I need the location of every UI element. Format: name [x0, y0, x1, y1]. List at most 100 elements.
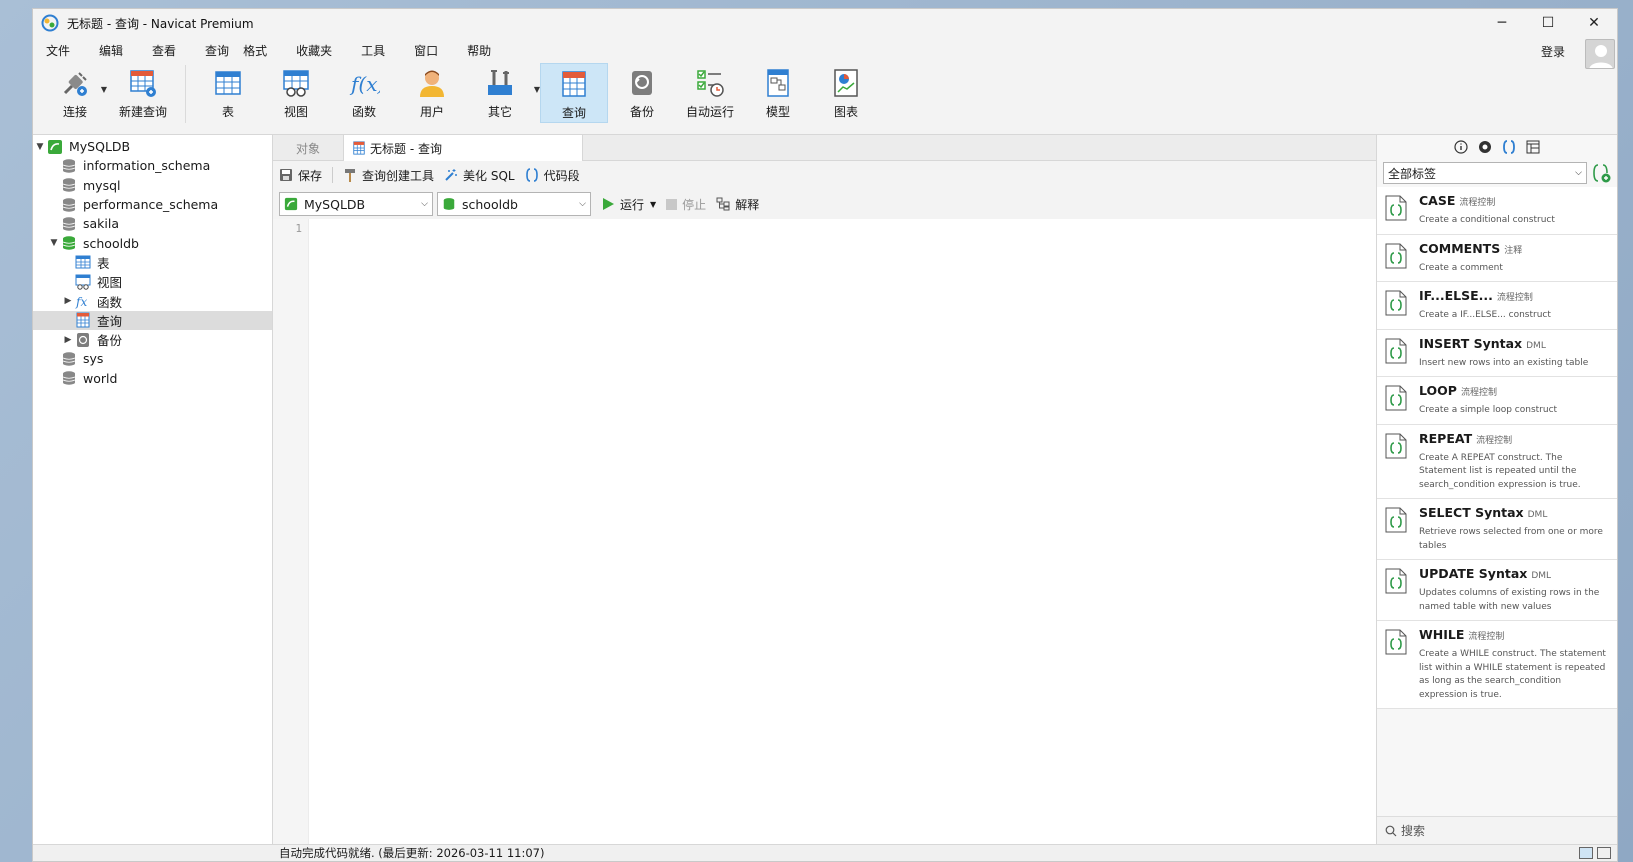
chevron-down-icon[interactable]: ▼	[47, 238, 61, 248]
snippet-title: REPEAT 流程控制	[1419, 431, 1609, 446]
snippet-item-case[interactable]: CASE 流程控制 Create a conditional construct	[1377, 187, 1617, 235]
model-label: 模型	[765, 105, 790, 119]
query-button[interactable]: 查询	[540, 63, 608, 123]
chevron-right-icon[interactable]: ▶	[61, 335, 75, 345]
snippet-item-select[interactable]: SELECT Syntax DML Retrieve rows selected …	[1377, 499, 1617, 560]
chevron-down-icon[interactable]: ▼	[33, 142, 47, 152]
snippet-item-loop[interactable]: LOOP 流程控制 Create a simple loop construct	[1377, 377, 1617, 425]
tree-item-backups[interactable]: ▶ 备份	[33, 330, 272, 349]
eye-icon[interactable]	[1478, 140, 1492, 154]
chevron-down-icon[interactable]: ▼	[650, 200, 656, 209]
menu-edit[interactable]: 编辑	[92, 42, 130, 59]
snippet-title: CASE 流程控制	[1419, 193, 1555, 208]
tools-icon	[488, 70, 512, 95]
connection-select[interactable]: MySQLDB ⌵	[279, 192, 433, 216]
query-builder-button[interactable]: 查询创建工具	[343, 167, 434, 184]
menu-favorites[interactable]: 收藏夹	[289, 42, 339, 59]
backup-button[interactable]: 备份	[608, 63, 676, 123]
tree-db-information-schema[interactable]: information_schema	[33, 156, 272, 175]
snippet-item-if-else[interactable]: IF...ELSE... 流程控制 Create a IF...ELSE... c…	[1377, 282, 1617, 330]
chart-button[interactable]: 图表	[812, 63, 880, 123]
status-text: 自动完成代码就绪. (最后更新: 2026-03-11 11:07)	[279, 846, 545, 860]
beautify-sql-button[interactable]: 美化 SQL	[444, 167, 515, 184]
tree-label: 表	[97, 255, 110, 271]
close-button[interactable]: ✕	[1571, 9, 1617, 37]
connect-button[interactable]: 连接 ▼	[41, 63, 109, 123]
snippet-title-text: WHILE	[1419, 627, 1465, 642]
tab-query[interactable]: 无标题 - 查询	[343, 135, 583, 161]
snippet-description: Insert new rows into an existing table	[1419, 357, 1589, 368]
menu-help[interactable]: 帮助	[460, 42, 498, 59]
tree-connection-mysqldb[interactable]: ▼ MySQLDB	[33, 137, 272, 156]
query-label: 查询	[561, 106, 586, 120]
braces-icon[interactable]	[1502, 140, 1516, 154]
toolbar-divider	[185, 65, 186, 123]
tree-item-views[interactable]: 视图	[33, 272, 272, 291]
stop-button[interactable]: 停止	[666, 196, 706, 213]
chevron-right-icon[interactable]: ▶	[61, 296, 75, 306]
save-button[interactable]: 保存	[279, 167, 322, 184]
layout-right-panel-icon[interactable]	[1597, 847, 1611, 859]
tree-label: MySQLDB	[69, 139, 131, 155]
menu-query[interactable]: 查询	[198, 42, 236, 59]
snippet-item-repeat[interactable]: REPEAT 流程控制 Create A REPEAT construct. Th…	[1377, 424, 1617, 499]
tree-item-functions[interactable]: ▶ fx 函数	[33, 291, 272, 310]
run-button[interactable]: 运行 ▼	[603, 196, 656, 213]
info-icon[interactable]	[1454, 140, 1468, 154]
add-snippet-icon[interactable]	[1591, 163, 1611, 183]
tree-db-sakila[interactable]: sakila	[33, 214, 272, 233]
menu-window[interactable]: 窗口	[407, 42, 445, 59]
database-icon	[62, 217, 76, 231]
minimize-button[interactable]: ─	[1479, 9, 1525, 37]
braces-icon	[525, 168, 538, 182]
chevron-down-icon[interactable]: ▼	[101, 85, 107, 94]
query-area: 对象 无标题 - 查询 保存 查询创建工具 美化 SQL 代码段 MySQLDB…	[273, 135, 1377, 844]
user-button[interactable]: 用户	[398, 63, 466, 123]
new-query-button[interactable]: 新建查询	[109, 63, 177, 123]
snippet-item-while[interactable]: WHILE 流程控制 Create a WHILE construct. The …	[1377, 621, 1617, 709]
snippet-file-icon	[1385, 629, 1407, 655]
automation-label: 自动运行	[685, 105, 734, 119]
snippet-button[interactable]: 代码段	[525, 167, 580, 184]
model-button[interactable]: 模型	[744, 63, 812, 123]
snippet-title-text: COMMENTS	[1419, 240, 1501, 256]
template-icon[interactable]	[1526, 140, 1540, 154]
snippet-item-insert[interactable]: INSERT Syntax DML Insert new rows into an…	[1377, 329, 1617, 377]
code-area[interactable]	[309, 219, 1376, 844]
database-icon	[62, 197, 76, 212]
tag-filter-select[interactable]: 全部标签 ⌵	[1383, 162, 1587, 184]
function-button[interactable]: f(x) 函数	[330, 63, 398, 123]
tree-db-mysql[interactable]: mysql	[33, 176, 272, 195]
others-button[interactable]: 其它 ▼	[466, 63, 540, 123]
tree-db-schooldb[interactable]: ▼ schooldb	[33, 233, 272, 252]
tree-db-performance-schema[interactable]: performance_schema	[33, 195, 272, 214]
menu-tools[interactable]: 工具	[354, 42, 392, 59]
tree-db-world[interactable]: world	[33, 369, 272, 388]
view-button[interactable]: 视图	[262, 63, 330, 123]
tree-db-sys[interactable]: sys	[33, 349, 272, 368]
menu-view[interactable]: 查看	[145, 42, 183, 59]
automation-button[interactable]: 自动运行	[676, 63, 744, 123]
snippet-file-icon	[1385, 195, 1407, 221]
snippet-description: Create a comment	[1419, 262, 1503, 273]
login-link[interactable]: 登录	[1541, 43, 1565, 60]
maximize-button[interactable]: ☐	[1525, 9, 1571, 37]
snippet-file-icon	[1385, 568, 1407, 594]
layout-left-panel-icon[interactable]	[1579, 847, 1593, 859]
backup-icon	[632, 71, 652, 95]
tab-objects[interactable]: 对象	[273, 135, 343, 161]
menu-file[interactable]: 文件	[39, 42, 77, 59]
explain-button[interactable]: 解释	[716, 196, 759, 213]
play-icon	[603, 198, 614, 210]
snippet-item-comments[interactable]: COMMENTS 注释 Create a comment	[1377, 234, 1617, 282]
table-button[interactable]: 表	[194, 63, 262, 123]
database-icon	[62, 178, 76, 192]
menu-format[interactable]: 格式	[236, 42, 274, 59]
main-area: ▼ MySQLDB information_schema mysql perfo…	[33, 134, 1617, 844]
tree-item-queries[interactable]: 查询	[33, 310, 272, 330]
snippet-item-update[interactable]: UPDATE Syntax DML Updates columns of exis…	[1377, 560, 1617, 621]
snippet-search-placeholder: 搜索	[1401, 824, 1426, 838]
database-select[interactable]: schooldb ⌵	[437, 192, 591, 216]
snippet-search[interactable]: 搜索	[1377, 816, 1617, 844]
tree-item-tables[interactable]: 表	[33, 253, 272, 272]
